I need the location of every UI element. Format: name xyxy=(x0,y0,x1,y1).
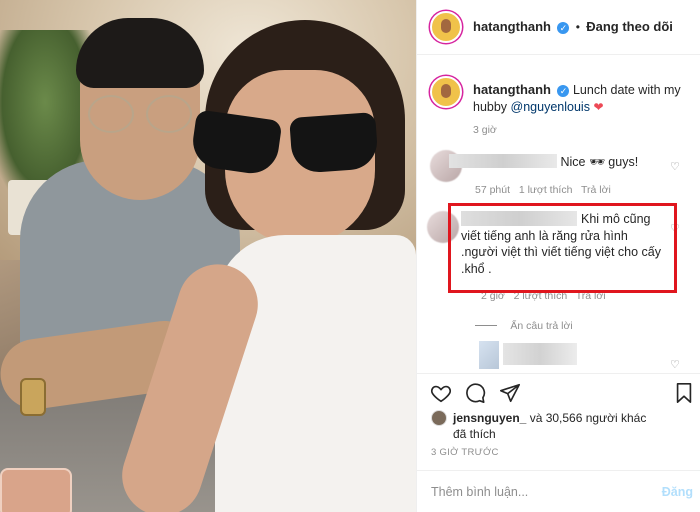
caption-text: hatangthanh ✓ Lunch date with my hubby @… xyxy=(473,81,688,116)
caption-username[interactable]: hatangthanh xyxy=(473,82,551,97)
post-header: hatangthanh ✓ • Đang theo dõi xyxy=(417,0,700,55)
caption-avatar[interactable] xyxy=(430,76,462,108)
comment-likes-count[interactable]: 1 lượt thích xyxy=(519,184,573,196)
caption-mention-link[interactable]: @nguyenlouis xyxy=(511,100,590,114)
photo-glasses xyxy=(88,95,194,135)
header-username[interactable]: hatangthanh xyxy=(473,19,551,34)
comment-text: Nice 🕶 guys! xyxy=(560,155,639,169)
comment-time: 57 phút xyxy=(475,184,511,196)
liker-username[interactable]: jensnguyen_ xyxy=(453,411,526,425)
liker-avatar[interactable] xyxy=(431,410,447,426)
comment-reply-button[interactable]: Trả lời xyxy=(581,184,611,196)
comment-like-icon[interactable]: ♡ xyxy=(670,162,681,173)
highlight-box xyxy=(448,203,677,293)
bookmark-icon[interactable] xyxy=(673,382,695,404)
verified-icon: ✓ xyxy=(557,22,570,34)
verified-icon: ✓ xyxy=(557,85,570,97)
heart-icon[interactable] xyxy=(430,382,452,404)
comment-box: Đăng xyxy=(417,470,700,512)
reply-item: ♡ xyxy=(417,338,700,372)
action-bar xyxy=(417,373,700,409)
post-photo[interactable] xyxy=(0,0,416,512)
reply-like-icon[interactable]: ♡ xyxy=(670,360,681,371)
reply-text-blurred xyxy=(503,343,577,365)
likes-count[interactable]: và 30,566 người khác xyxy=(526,411,647,425)
comment-body-row: Nice 🕶 guys! xyxy=(449,154,638,170)
hide-replies-button[interactable]: Ẩn câu trả lời xyxy=(510,320,572,332)
comment-item: Nice 🕶 guys! ♡ 57 phút 1 lượt thích Trả … xyxy=(417,146,700,196)
photo-watch xyxy=(20,378,46,416)
header-avatar[interactable] xyxy=(430,11,462,43)
comment-meta: 57 phút 1 lượt thích Trả lời xyxy=(475,184,611,196)
red-heart-emoji: ❤ xyxy=(593,100,604,114)
header-separator: • xyxy=(575,20,580,34)
likes-text: jensnguyen_ và 30,566 người khác đã thíc… xyxy=(453,410,683,442)
share-icon[interactable] xyxy=(499,382,521,404)
reply-avatar-blurred xyxy=(479,341,499,369)
caption-time: 3 giờ xyxy=(473,124,497,136)
comment-input[interactable] xyxy=(431,485,641,499)
photo-phone xyxy=(0,468,72,512)
header-user-row: hatangthanh ✓ • Đang theo dõi xyxy=(473,19,673,34)
post-timestamp[interactable]: 3 GIỜ TRƯỚC xyxy=(431,447,499,458)
post-comment-button[interactable]: Đăng xyxy=(662,485,693,499)
follow-status-button[interactable]: Đang theo dõi xyxy=(586,19,673,34)
reply-divider-line xyxy=(475,325,497,326)
likes-suffix: đã thích xyxy=(453,427,496,441)
comment-username-blurred xyxy=(449,154,557,168)
comment-icon[interactable] xyxy=(464,382,486,404)
photo-sunglasses xyxy=(189,109,383,177)
hide-replies-row[interactable]: Ẩn câu trả lời xyxy=(475,318,573,332)
